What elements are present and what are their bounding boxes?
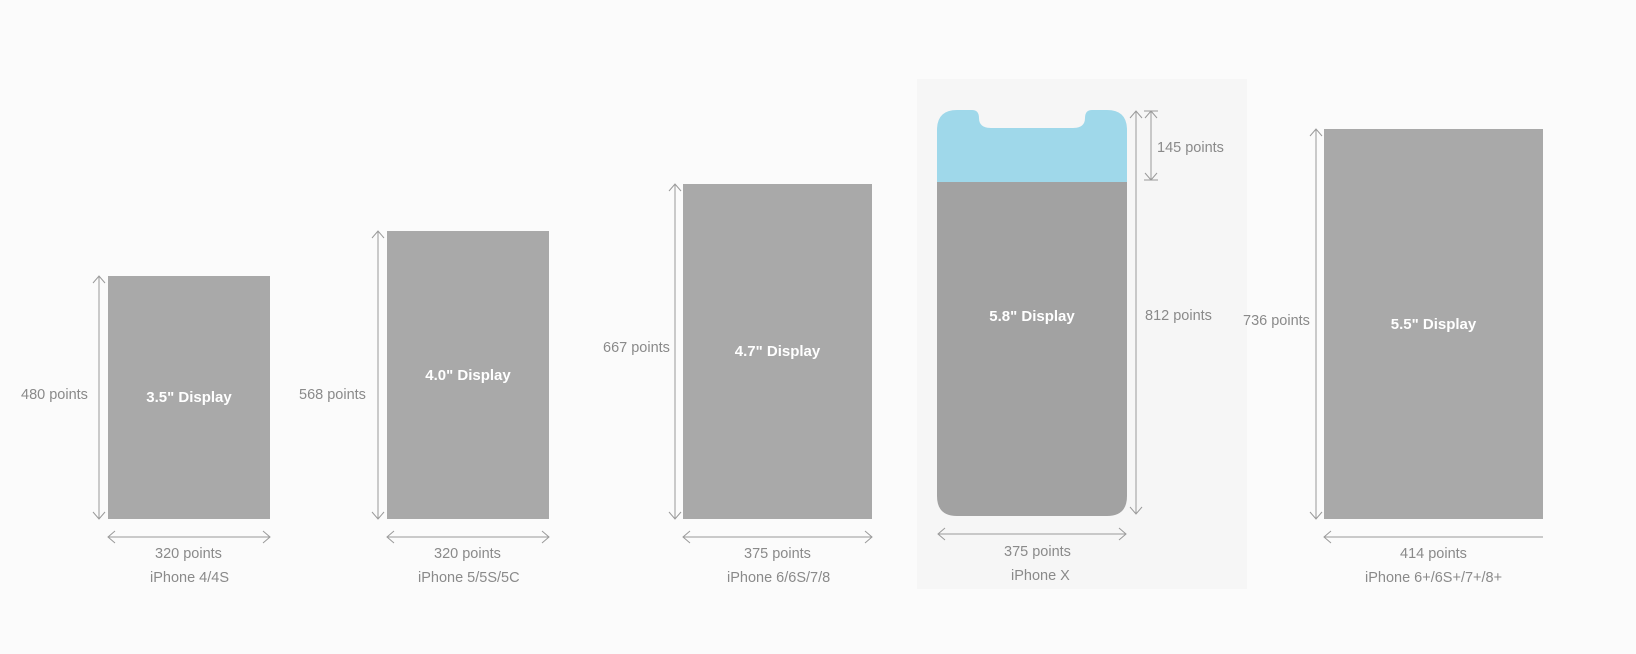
width-arrow [1323, 530, 1543, 544]
model-label: iPhone X [1011, 568, 1070, 584]
display-size-label: 4.7" Display [734, 343, 821, 360]
safe-area-label: 145 points [1157, 140, 1224, 156]
height-arrow [1309, 128, 1323, 520]
width-label: 375 points [1004, 544, 1071, 560]
width-label: 414 points [1400, 546, 1467, 562]
height-arrow [668, 183, 682, 520]
screen-iphone-6: 4.7" Display [683, 184, 872, 519]
screen-iphone-4: 3.5" Display [108, 276, 270, 519]
height-label: 736 points [1243, 313, 1310, 329]
height-arrow [92, 275, 106, 520]
width-label: 375 points [744, 546, 811, 562]
height-label: 812 points [1145, 308, 1212, 324]
display-size-label: 3.5" Display [146, 389, 232, 406]
width-label: 320 points [434, 546, 501, 562]
display-area [937, 182, 1127, 516]
model-label: iPhone 6+/6S+/7+/8+ [1365, 570, 1503, 586]
screen-iphone-6-plus: 5.5" Display [1324, 129, 1543, 519]
width-arrow [386, 530, 550, 544]
width-arrow [682, 530, 873, 544]
model-label: iPhone 6/6S/7/8 [727, 570, 831, 586]
height-label: 667 points [603, 340, 670, 356]
sensor-housing-area [937, 110, 1127, 182]
model-label: iPhone 5/5S/5C [418, 570, 520, 586]
display-size-label: 4.0" Display [425, 366, 511, 384]
iphone-screen-size-diagram: 3.5" Display 480 points 320 points iPhon… [0, 0, 1636, 654]
height-label: 568 points [299, 387, 366, 403]
height-arrow [371, 230, 385, 520]
display-size-label: 5.8" Display [989, 308, 1075, 325]
width-arrow [107, 530, 271, 544]
model-label: iPhone 4/4S [150, 570, 230, 586]
screen-iphone-5: 4.0" Display [387, 231, 549, 519]
width-label: 320 points [155, 546, 222, 562]
height-label: 480 points [21, 387, 88, 403]
display-size-label: 5.5" Display [1390, 315, 1477, 333]
